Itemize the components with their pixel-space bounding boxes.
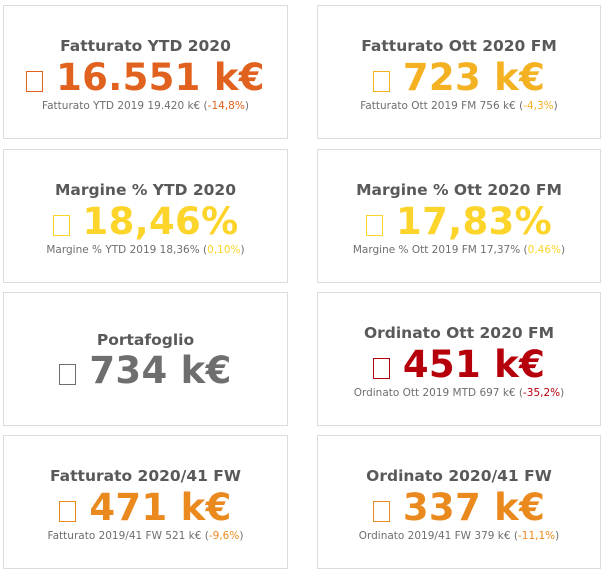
kpi-indicator-icon xyxy=(372,358,390,379)
kpi-comparison-close: ) xyxy=(555,530,560,542)
kpi-value: 16.551 k€ xyxy=(56,56,265,99)
kpi-main: 471 k€ xyxy=(4,488,287,528)
kpi-comparison: Ordinato Ott 2019 MTD 697 k€ (-35,2%) xyxy=(318,387,600,399)
kpi-delta: -11,1% xyxy=(517,530,556,542)
kpi-fatturato-ytd[interactable]: Fatturato YTD 2020 16.551 k€ Fatturato Y… xyxy=(3,5,288,139)
kpi-comparison: Margine % YTD 2019 18,36% (0,10%) xyxy=(4,244,287,256)
kpi-main: 16.551 k€ xyxy=(4,58,287,98)
kpi-main: 17,83% xyxy=(318,202,600,242)
kpi-indicator-icon xyxy=(372,71,390,92)
kpi-value: 734 k€ xyxy=(89,349,232,392)
kpi-margine-ytd[interactable]: Margine % YTD 2020 18,46% Margine % YTD … xyxy=(3,149,288,283)
kpi-delta: 0,10% xyxy=(207,244,241,256)
kpi-delta: -35,2% xyxy=(523,387,561,399)
kpi-title: Margine % YTD 2020 xyxy=(54,181,236,199)
kpi-main: 734 k€ xyxy=(4,351,287,391)
kpi-value: 471 k€ xyxy=(89,486,232,529)
kpi-ordinato-fw[interactable]: Ordinato 2020/41 FW 337 k€ Ordinato 2019… xyxy=(317,435,601,569)
kpi-ordinato-ott[interactable]: Ordinato Ott 2020 FM 451 k€ Ordinato Ott… xyxy=(317,292,601,426)
kpi-indicator-icon xyxy=(26,71,44,92)
kpi-margine-ott[interactable]: Margine % Ott 2020 FM 17,83% Margine % O… xyxy=(317,149,601,283)
kpi-indicator-icon xyxy=(366,215,384,236)
kpi-title: Ordinato 2020/41 FW xyxy=(366,467,552,485)
kpi-value: 451 k€ xyxy=(402,343,546,386)
kpi-comparison-close: ) xyxy=(239,530,244,542)
kpi-comparison-text: Fatturato 2019/41 FW 521 k€ ( xyxy=(47,530,209,542)
kpi-delta: -14,8% xyxy=(207,100,245,112)
kpi-main: 451 k€ xyxy=(318,345,600,385)
kpi-delta: 0,46% xyxy=(527,244,562,256)
kpi-comparison-text: Margine % YTD 2019 18,36% ( xyxy=(46,244,208,256)
kpi-main: 337 k€ xyxy=(318,488,600,528)
kpi-comparison-close: ) xyxy=(240,244,245,256)
kpi-title: Fatturato 2020/41 FW xyxy=(49,467,241,485)
kpi-delta: -9,6% xyxy=(208,530,240,542)
kpi-comparison: Fatturato YTD 2019 19.420 k€ (-14,8%) xyxy=(4,100,287,112)
kpi-dashboard: Fatturato YTD 2020 16.551 k€ Fatturato Y… xyxy=(0,0,604,573)
kpi-title: Ordinato Ott 2020 FM xyxy=(363,324,555,342)
kpi-main: 18,46% xyxy=(4,202,287,242)
kpi-value: 17,83% xyxy=(396,200,552,243)
kpi-comparison: Fatturato Ott 2019 FM 756 k€ (-4,3%) xyxy=(318,100,600,112)
kpi-fatturato-ott[interactable]: Fatturato Ott 2020 FM 723 k€ Fatturato O… xyxy=(317,5,601,139)
kpi-value: 723 k€ xyxy=(402,56,546,99)
kpi-indicator-icon xyxy=(372,501,390,522)
kpi-value: 18,46% xyxy=(82,200,239,243)
kpi-comparison-close: ) xyxy=(561,244,566,256)
kpi-title: Margine % Ott 2020 FM xyxy=(356,181,562,199)
kpi-title: Portafoglio xyxy=(96,331,195,349)
kpi-main: 723 k€ xyxy=(318,58,600,98)
kpi-comparison-text: Ordinato Ott 2019 MTD 697 k€ ( xyxy=(353,387,524,399)
kpi-comparison: Fatturato 2019/41 FW 521 k€ (-9,6%) xyxy=(4,530,287,542)
kpi-indicator-icon xyxy=(52,215,70,236)
kpi-comparison-text: Margine % Ott 2019 FM 17,37% ( xyxy=(352,244,528,256)
kpi-comparison-close: ) xyxy=(553,100,558,112)
kpi-comparison-text: Fatturato Ott 2019 FM 756 k€ ( xyxy=(360,100,524,112)
kpi-indicator-icon xyxy=(59,364,77,385)
kpi-comparison: Margine % Ott 2019 FM 17,37% (0,46%) xyxy=(318,244,600,256)
kpi-indicator-icon xyxy=(59,501,77,522)
kpi-title: Fatturato YTD 2020 xyxy=(60,37,231,55)
kpi-comparison-close: ) xyxy=(560,387,565,399)
kpi-comparison-text: Ordinato 2019/41 FW 379 k€ ( xyxy=(358,530,518,542)
kpi-fatturato-fw[interactable]: Fatturato 2020/41 FW 471 k€ Fatturato 20… xyxy=(3,435,288,569)
kpi-title: Fatturato Ott 2020 FM xyxy=(361,37,557,55)
kpi-portafoglio[interactable]: Portafoglio 734 k€ xyxy=(3,292,288,426)
kpi-comparison-close: ) xyxy=(244,100,249,112)
kpi-value: 337 k€ xyxy=(402,486,546,529)
kpi-delta: -4,3% xyxy=(523,100,554,112)
kpi-comparison: Ordinato 2019/41 FW 379 k€ (-11,1%) xyxy=(318,530,600,542)
kpi-comparison-text: Fatturato YTD 2019 19.420 k€ ( xyxy=(42,100,208,112)
